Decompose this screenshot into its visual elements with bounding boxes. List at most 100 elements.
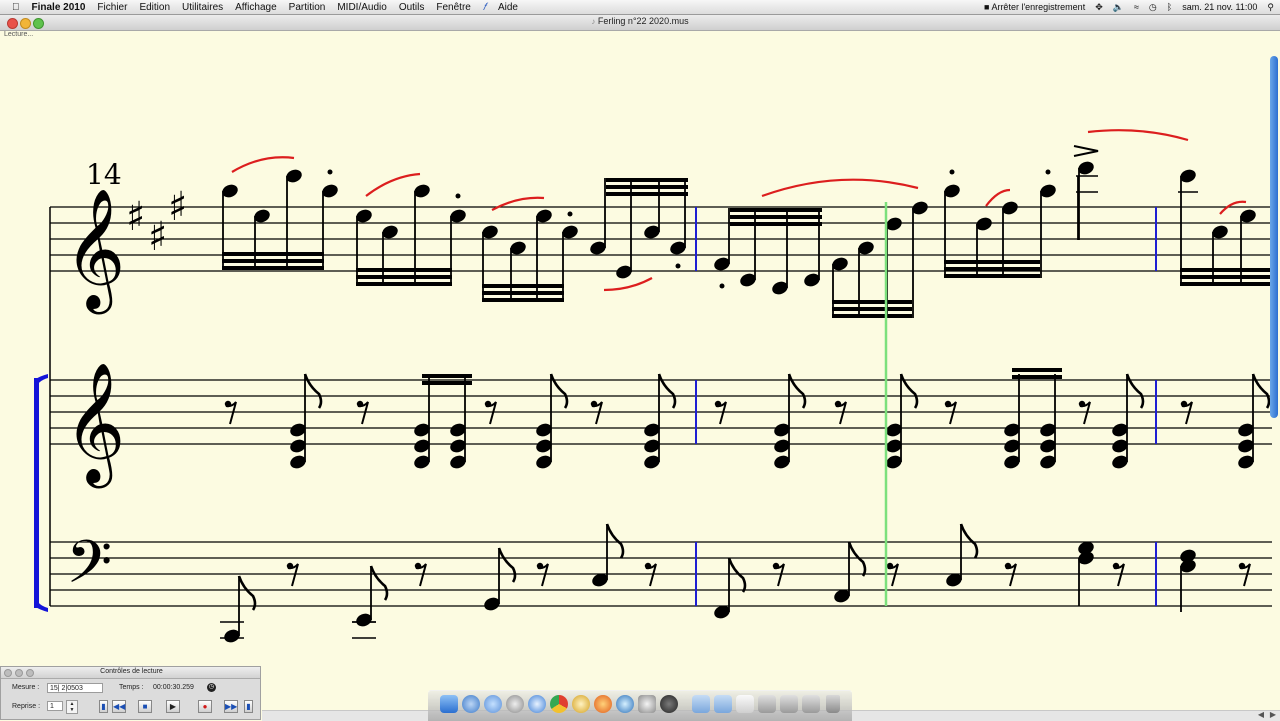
- beam: [944, 267, 1040, 271]
- eighth-rest: [887, 563, 899, 587]
- play-button[interactable]: ▶: [166, 700, 180, 713]
- scroll-right-icon[interactable]: ▶: [1270, 710, 1276, 719]
- slur: [1219, 200, 1247, 215]
- eighth-rest: [1113, 563, 1125, 587]
- beam: [730, 208, 822, 212]
- beam: [606, 185, 688, 189]
- flag: [1251, 373, 1271, 409]
- flag: [303, 373, 323, 409]
- beam: [944, 260, 1040, 264]
- stems: [222, 168, 1254, 636]
- beam: [482, 291, 564, 295]
- staccato-dot: [675, 263, 681, 269]
- treble-clef-icon: 𝄞: [64, 187, 125, 314]
- clock-icon[interactable]: ◷: [207, 683, 216, 692]
- piano-bracket: [34, 378, 39, 608]
- rewind-button[interactable]: ◀◀: [112, 700, 126, 713]
- staccato-dot: [327, 169, 333, 175]
- stop-button[interactable]: ■: [138, 700, 152, 713]
- eighth-rest: [1239, 563, 1251, 587]
- eighth-rest: [835, 401, 847, 425]
- search-app-icon[interactable]: [616, 695, 634, 713]
- flag: [899, 373, 919, 409]
- document-stack-icon[interactable]: [736, 695, 754, 713]
- beam: [832, 307, 912, 311]
- beam: [832, 300, 912, 304]
- beam: [482, 284, 564, 288]
- itunes-icon[interactable]: [572, 695, 590, 713]
- measure-field[interactable]: 15| 2|0503: [47, 683, 103, 693]
- flag: [787, 373, 807, 409]
- mail-icon[interactable]: [462, 695, 480, 713]
- window-thumbnail-icon[interactable]: [780, 695, 798, 713]
- folder-icon[interactable]: [714, 695, 732, 713]
- flag: [847, 541, 867, 577]
- score-view[interactable]: 𝄞 𝄞 𝄢 ♯ ♯ ♯ 14: [0, 0, 1280, 720]
- staccato-dot: [1045, 169, 1051, 175]
- eighth-rest: [1079, 401, 1091, 425]
- beam: [356, 282, 452, 286]
- chrome-icon[interactable]: [550, 695, 568, 713]
- vertical-scrollbar[interactable]: [1270, 56, 1278, 418]
- safari-icon[interactable]: [528, 695, 546, 713]
- beam: [222, 259, 324, 263]
- eighth-rest: [225, 401, 237, 425]
- scroll-left-icon[interactable]: ◀: [1258, 710, 1264, 719]
- flag: [727, 557, 747, 593]
- sharp-icon: ♯: [168, 184, 187, 230]
- forward-end-button[interactable]: ▮: [244, 700, 253, 713]
- eighth-rest: [357, 401, 369, 425]
- firefox-icon[interactable]: [594, 695, 612, 713]
- utility-icon[interactable]: [506, 695, 524, 713]
- playback-controls-panel: Contrôles de lecture Mesure : 15| 2|0503…: [0, 666, 261, 720]
- eighth-rest: [287, 563, 299, 587]
- repeat-field[interactable]: 1: [47, 701, 63, 711]
- window-thumbnail-icon[interactable]: [758, 695, 776, 713]
- beam: [222, 252, 324, 256]
- finale-icon[interactable]: [660, 695, 678, 713]
- fast-forward-button[interactable]: ▶▶: [224, 700, 238, 713]
- flag: [657, 373, 677, 409]
- beam: [1180, 268, 1270, 272]
- flag: [1125, 373, 1145, 409]
- system-preferences-icon[interactable]: [484, 695, 502, 713]
- flag: [237, 575, 257, 611]
- eighth-rest: [945, 401, 957, 425]
- slur: [761, 178, 919, 198]
- beam: [944, 274, 1040, 278]
- beam: [730, 222, 822, 226]
- eighth-rest: [415, 563, 427, 587]
- staccato-dot: [719, 283, 725, 289]
- accent-mark: [1073, 145, 1099, 157]
- slur: [491, 196, 545, 211]
- staccato-dot: [949, 169, 955, 175]
- beam: [730, 215, 822, 219]
- folder-icon[interactable]: [692, 695, 710, 713]
- record-button[interactable]: ●: [198, 700, 212, 713]
- eighth-rest: [591, 401, 603, 425]
- beam: [482, 298, 564, 302]
- beam: [1012, 368, 1062, 372]
- slur: [231, 156, 295, 173]
- bass-clef-icon: 𝄢: [66, 527, 112, 611]
- trash-icon[interactable]: [826, 695, 840, 713]
- repeat-stepper[interactable]: ▲ ▼: [66, 700, 78, 714]
- flag: [959, 523, 979, 559]
- eighth-rest: [485, 401, 497, 425]
- beam: [356, 268, 452, 272]
- finder-icon[interactable]: [440, 695, 458, 713]
- beam: [832, 314, 912, 318]
- eighth-rest: [645, 563, 657, 587]
- rewind-start-button[interactable]: ▮: [99, 700, 108, 713]
- flag: [369, 565, 389, 601]
- star-app-icon[interactable]: [638, 695, 656, 713]
- beam: [606, 178, 688, 182]
- window-thumbnail-icon[interactable]: [802, 695, 820, 713]
- dock: [428, 690, 852, 721]
- repeat-label: Reprise :: [12, 703, 41, 710]
- slur: [603, 277, 653, 292]
- eighth-rest: [715, 401, 727, 425]
- beam: [1180, 275, 1270, 279]
- measure-number: 14: [86, 158, 122, 191]
- flag: [605, 523, 625, 559]
